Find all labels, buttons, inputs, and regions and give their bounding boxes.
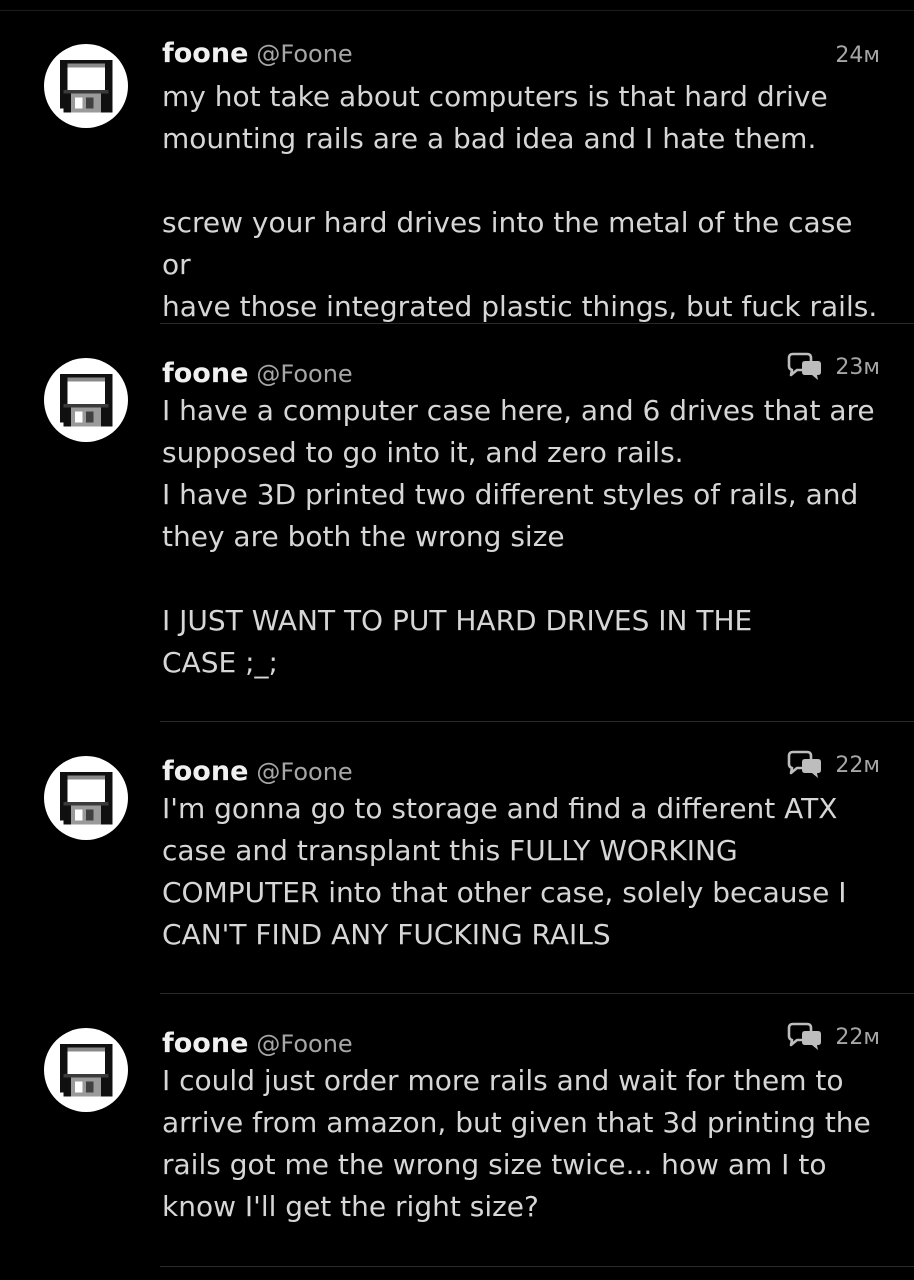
timestamp: 24м: [835, 43, 880, 68]
author-name[interactable]: foone: [162, 358, 248, 389]
floppy-disk-icon: [59, 771, 113, 825]
conversation-icon[interactable]: [785, 352, 825, 382]
floppy-disk-icon: [59, 373, 113, 427]
tweet-text: I have a computer case here, and 6 drive…: [162, 394, 875, 679]
tweet-divider: [160, 1266, 914, 1267]
timestamp: 22м: [835, 752, 880, 778]
tweet-divider: [160, 323, 914, 324]
floppy-disk-icon: [59, 59, 113, 113]
avatar[interactable]: [44, 756, 128, 840]
tweet-text: I'm gonna go to storage and find a diffe…: [162, 792, 847, 951]
author-name[interactable]: foone: [162, 1028, 248, 1059]
floppy-disk-icon: [59, 1043, 113, 1097]
tweet-divider: [160, 993, 914, 994]
author-name[interactable]: foone: [162, 38, 248, 69]
avatar[interactable]: [44, 44, 128, 128]
timestamp: 23м: [835, 354, 880, 380]
author-handle[interactable]: @Foone: [256, 40, 352, 68]
top-divider: [0, 10, 914, 11]
timestamp: 22м: [835, 1024, 880, 1050]
author-handle[interactable]: @Foone: [256, 758, 352, 786]
tweet-text: I could just order more rails and wait f…: [162, 1064, 871, 1223]
tweet-text: my hot take about computers is that hard…: [162, 80, 878, 323]
conversation-icon[interactable]: [785, 750, 825, 780]
conversation-icon[interactable]: [785, 1022, 825, 1052]
avatar[interactable]: [44, 1028, 128, 1112]
author-handle[interactable]: @Foone: [256, 360, 352, 388]
author-handle[interactable]: @Foone: [256, 1030, 352, 1058]
author-name[interactable]: foone: [162, 756, 248, 787]
tweet-divider: [160, 721, 914, 722]
avatar[interactable]: [44, 358, 128, 442]
